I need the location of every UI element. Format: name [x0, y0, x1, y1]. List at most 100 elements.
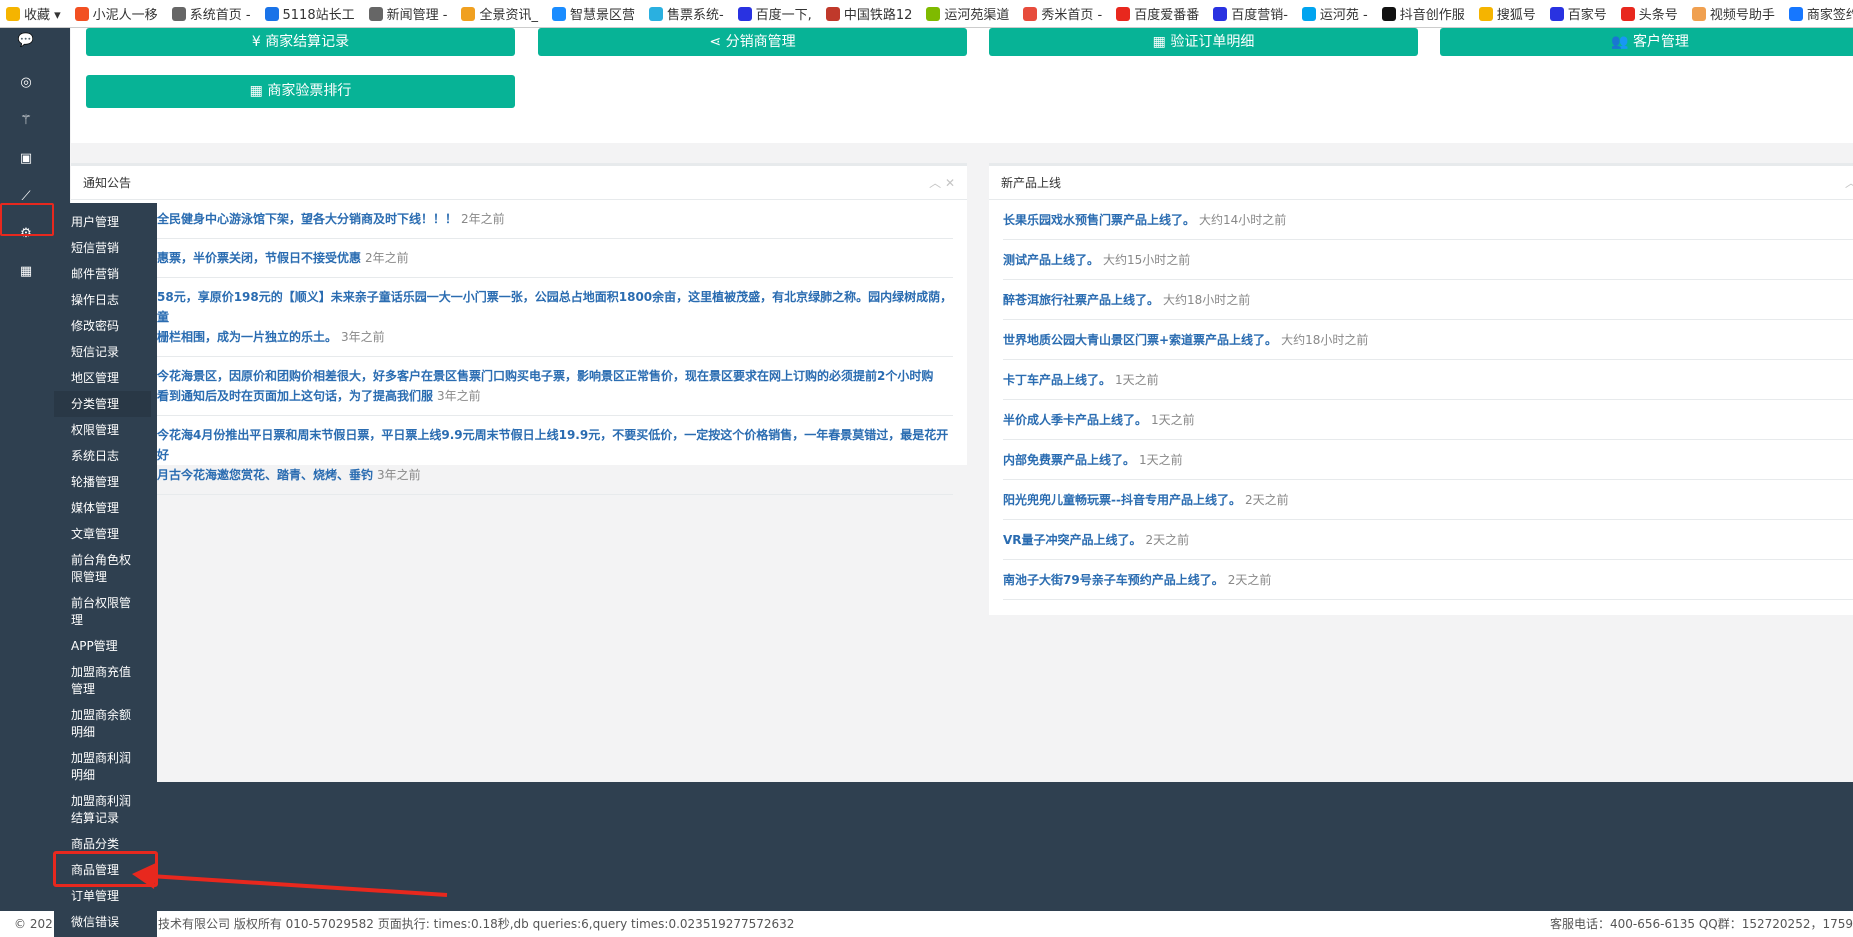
product-item[interactable]: 长果乐园戏水预售门票产品上线了。 大约14小时之前 — [1003, 200, 1853, 240]
magic-wand-icon[interactable]: ⚚ — [13, 108, 39, 134]
notice-link[interactable]: 看到通知后及时在页面加上这句话，为了提高我们服 — [157, 389, 433, 403]
product-item[interactable]: 世界地质公园大青山景区门票+索道票产品上线了。 大约18小时之前 — [1003, 320, 1853, 360]
product-item[interactable]: 醉苍洱旅行社票产品上线了。 大约18小时之前 — [1003, 280, 1853, 320]
menu-item[interactable]: 权限管理 — [54, 417, 157, 443]
close-icon[interactable]: ✕ — [945, 176, 955, 190]
bookmark-item[interactable]: 商家签约管 — [1788, 4, 1853, 23]
collapse-icon[interactable]: ︿ — [929, 176, 941, 190]
merchant-ticket-rank-button[interactable]: ▦ 商家验票排行 — [86, 75, 515, 108]
menu-item[interactable]: 加盟商利润明细 — [54, 745, 157, 788]
notice-link[interactable]: 月古今花海邀您赏花、踏青、烧烤、垂钓 — [157, 468, 373, 482]
menu-item[interactable]: 文章管理 — [54, 521, 157, 547]
menu-item[interactable]: 加盟商利润结算记录 — [54, 788, 157, 831]
product-link[interactable]: 半价成人季卡产品上线了。 — [1003, 413, 1147, 427]
bookmark-item[interactable]: 运河苑 - — [1301, 4, 1368, 23]
product-link[interactable]: 测试产品上线了。 — [1003, 253, 1099, 267]
notice-link[interactable]: 全民健身中心游泳馆下架，望各大分销商及时下线！！！ — [157, 212, 457, 226]
notice-item[interactable]: 惠票，半价票关闭，节假日不接受优惠 2年之前 — [157, 239, 953, 278]
wechat-icon[interactable]: 💬 — [13, 28, 39, 54]
bookmark-item[interactable]: 全景资讯_ — [461, 4, 538, 23]
menu-item[interactable]: APP管理 — [54, 633, 157, 659]
windows-icon — [1301, 6, 1316, 21]
bookmark-item[interactable]: 百度一下, — [737, 4, 812, 23]
menu-item[interactable]: 前台权限管理 — [54, 590, 157, 633]
notice-item[interactable]: 58元，享原价198元的【顺义】未来亲子童话乐园一大一小门票一张，公园总占地面积… — [157, 278, 953, 357]
notice-link[interactable]: 今花海景区，因原价和团购价相差很大，好多客户在景区售票门口购买电子票，影响景区正… — [157, 369, 933, 383]
notice-item[interactable]: 全民健身中心游泳馆下架，望各大分销商及时下线！！！ 2年之前 — [157, 200, 953, 239]
product-link[interactable]: 醉苍洱旅行社票产品上线了。 — [1003, 293, 1159, 307]
bookmark-item[interactable]: 智慧景区营 — [551, 4, 635, 23]
product-item[interactable]: 测试产品上线了。 大约15小时之前 — [1003, 240, 1853, 280]
menu-item-label: 操作日志 — [71, 292, 120, 307]
notice-item[interactable]: 今花海景区，因原价和团购价相差很大，好多客户在景区售票门口购买电子票，影响景区正… — [157, 357, 953, 416]
menu-item[interactable]: 短信营销 — [54, 235, 157, 261]
product-item[interactable]: 内部免费票产品上线了。 1天之前 — [1003, 440, 1853, 480]
bookmark-item[interactable]: 5118站长工 — [264, 4, 355, 23]
collapse-icon[interactable]: ︿ — [1845, 176, 1853, 190]
star-icon — [6, 6, 20, 21]
grid-icon[interactable]: ▦ — [13, 259, 39, 285]
menu-item[interactable]: 地区管理 — [54, 365, 157, 391]
menu-item[interactable]: 邮件营销 — [54, 261, 157, 287]
menu-item[interactable]: 短信记录 — [54, 339, 157, 365]
product-item[interactable]: 南池子大街79号亲子车预约产品上线了。 2天之前 — [1003, 560, 1853, 600]
gift-icon[interactable]: ▣ — [13, 146, 39, 172]
bookmark-item[interactable]: 小泥人一移 — [74, 4, 158, 23]
product-link[interactable]: 内部免费票产品上线了。 — [1003, 453, 1135, 467]
bookmark-label: 百家号 — [1567, 8, 1607, 23]
product-link[interactable]: 长果乐园戏水预售门票产品上线了。 — [1003, 213, 1195, 227]
product-link[interactable]: VR量子冲突产品上线了。 — [1003, 533, 1142, 547]
notice-link[interactable]: 58元，享原价198元的【顺义】未来亲子童话乐园一大一小门票一张，公园总占地面积… — [157, 290, 952, 324]
product-item[interactable]: 半价成人季卡产品上线了。 1天之前 — [1003, 400, 1853, 440]
baidu-icon — [737, 6, 752, 21]
bookmark-item[interactable]: 售票系统- — [648, 4, 724, 23]
product-link[interactable]: 世界地质公园大青山景区门票+索道票产品上线了。 — [1003, 333, 1277, 347]
bookmark-item[interactable]: 新闻管理 - — [368, 4, 447, 23]
footer-band — [0, 782, 1853, 911]
bookmark-item[interactable]: 百度爱番番 — [1116, 4, 1199, 23]
notice-item[interactable]: 今花海4月份推出平日票和周末节假日票，平日票上线9.9元周末节假日上线19.9元… — [157, 416, 953, 495]
menu-item[interactable]: 操作日志 — [54, 287, 157, 313]
customer-button[interactable]: 👥 客户管理 — [1440, 28, 1853, 56]
bookmark-label: 小泥人一移 — [92, 8, 158, 23]
menu-item[interactable]: 加盟商充值管理 — [54, 659, 157, 702]
bookmark-item[interactable]: 头条号 — [1620, 4, 1678, 23]
notice-link[interactable]: 今花海4月份推出平日票和周末节假日票，平日票上线9.9元周末节假日上线19.9元… — [157, 428, 948, 462]
mini-program-icon[interactable]: ◎ — [13, 70, 39, 96]
bookmark-item[interactable]: 视频号助手 — [1691, 4, 1775, 23]
bookmark-item[interactable]: 抖音创作服 — [1381, 4, 1465, 23]
product-item[interactable]: 卡丁车产品上线了。 1天之前 — [1003, 360, 1853, 400]
notice-line: 今花海景区，因原价和团购价相差很大，好多客户在景区售票门口购买电子票，影响景区正… — [157, 366, 953, 386]
menu-item[interactable]: 系统日志 — [54, 443, 157, 469]
verify-order-button[interactable]: ▦ 验证订单明细 — [989, 28, 1418, 56]
panorama-icon — [461, 6, 476, 21]
bookmark-item[interactable]: 运河苑渠道 — [926, 4, 1009, 23]
customer-service: 客服电话：400-656-6135 QQ群：152720252，1759 — [1550, 917, 1853, 931]
menu-item[interactable]: 加盟商余额明细 — [54, 702, 157, 745]
menu-item[interactable]: 媒体管理 — [54, 495, 157, 521]
bookmark-item[interactable]: 中国铁路12 — [825, 4, 912, 23]
menu-item[interactable]: 轮播管理 — [54, 469, 157, 495]
bookmark-item[interactable]: 搜狐号 — [1478, 4, 1536, 23]
menu-item[interactable]: 微信错误 — [54, 909, 157, 935]
product-link[interactable]: 卡丁车产品上线了。 — [1003, 373, 1111, 387]
bookmark-item[interactable]: 百家号 — [1549, 4, 1607, 23]
notice-link[interactable]: 栅栏相围，成为一片独立的乐土。 — [157, 330, 337, 344]
bookmark-label: 收藏 ▾ — [24, 8, 61, 23]
bookmark-item[interactable]: 秀米首页 - — [1023, 4, 1102, 23]
bookmark-item[interactable]: 系统首页 - — [171, 4, 251, 23]
menu-item[interactable]: 分类管理 — [54, 391, 151, 417]
merchant-settlement-button[interactable]: ¥ 商家结算记录 — [86, 28, 515, 56]
distributor-button[interactable]: ⋖ 分销商管理 — [538, 28, 967, 56]
menu-item[interactable]: 用户管理 — [54, 209, 157, 235]
menu-item[interactable]: 前台角色权限管理 — [54, 547, 157, 590]
railway-icon — [825, 6, 840, 21]
menu-item[interactable]: 修改密码 — [54, 313, 157, 339]
product-link[interactable]: 阳光兜兜儿童畅玩票--抖音专用产品上线了。 — [1003, 493, 1241, 507]
notice-link[interactable]: 惠票，半价票关闭，节假日不接受优惠 — [157, 251, 361, 265]
bookmark-item[interactable]: 收藏 ▾ — [6, 4, 61, 23]
bookmark-item[interactable]: 百度营销- — [1213, 4, 1288, 23]
product-link[interactable]: 南池子大街79号亲子车预约产品上线了。 — [1003, 573, 1224, 587]
product-item[interactable]: VR量子冲突产品上线了。 2天之前 — [1003, 520, 1853, 560]
product-item[interactable]: 阳光兜兜儿童畅玩票--抖音专用产品上线了。 2天之前 — [1003, 480, 1853, 520]
